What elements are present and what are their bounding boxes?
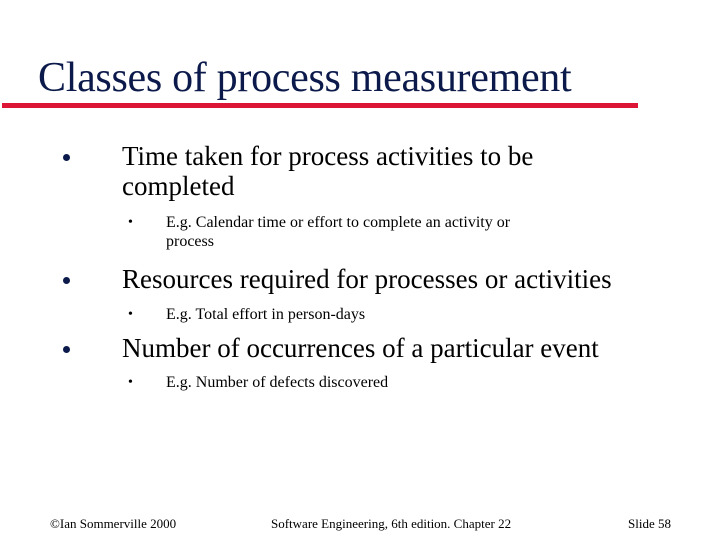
- sub-bullet-1: • E.g. Calendar time or effort to comple…: [128, 213, 511, 251]
- footer-book: Software Engineering, 6th edition. Chapt…: [271, 516, 512, 531]
- bullet-3-line-1: Number of occurrences of a particular ev…: [122, 333, 599, 363]
- sub-bullet-dot-icon: •: [128, 215, 133, 230]
- sub-bullet-2-line-1: E.g. Total effort in person-days: [166, 306, 366, 323]
- sub-bullet-3: • E.g. Number of defects discovered: [128, 373, 389, 392]
- sub-bullet-dot-icon: •: [128, 307, 133, 322]
- title-underline: [2, 103, 638, 108]
- bullet-1-line-1: Time taken for process activities to be: [122, 141, 534, 171]
- sub-bullet-dot-icon: •: [128, 375, 133, 390]
- bullet-dot-icon: [63, 154, 70, 161]
- footer-copyright: ©Ian Sommerville 2000: [50, 516, 177, 531]
- footer-slide-number: Slide 58: [628, 516, 671, 531]
- bullet-1: Time taken for process activities to be …: [63, 141, 534, 201]
- sub-bullet-1-line-1: E.g. Calendar time or effort to complete…: [166, 214, 511, 231]
- bullet-dot-icon: [63, 277, 70, 284]
- bullet-2-line-1: Resources required for processes or acti…: [122, 264, 612, 294]
- sub-bullet-3-line-1: E.g. Number of defects discovered: [166, 374, 389, 391]
- sub-bullet-2: • E.g. Total effort in person-days: [128, 305, 366, 324]
- slide-title: Classes of process measurement: [38, 55, 572, 101]
- bullet-dot-icon: [63, 346, 70, 353]
- bullet-3: Number of occurrences of a particular ev…: [63, 333, 599, 363]
- bullet-1-line-2: completed: [122, 171, 235, 201]
- sub-bullet-1-line-2: process: [166, 233, 214, 250]
- bullet-2: Resources required for processes or acti…: [63, 264, 612, 294]
